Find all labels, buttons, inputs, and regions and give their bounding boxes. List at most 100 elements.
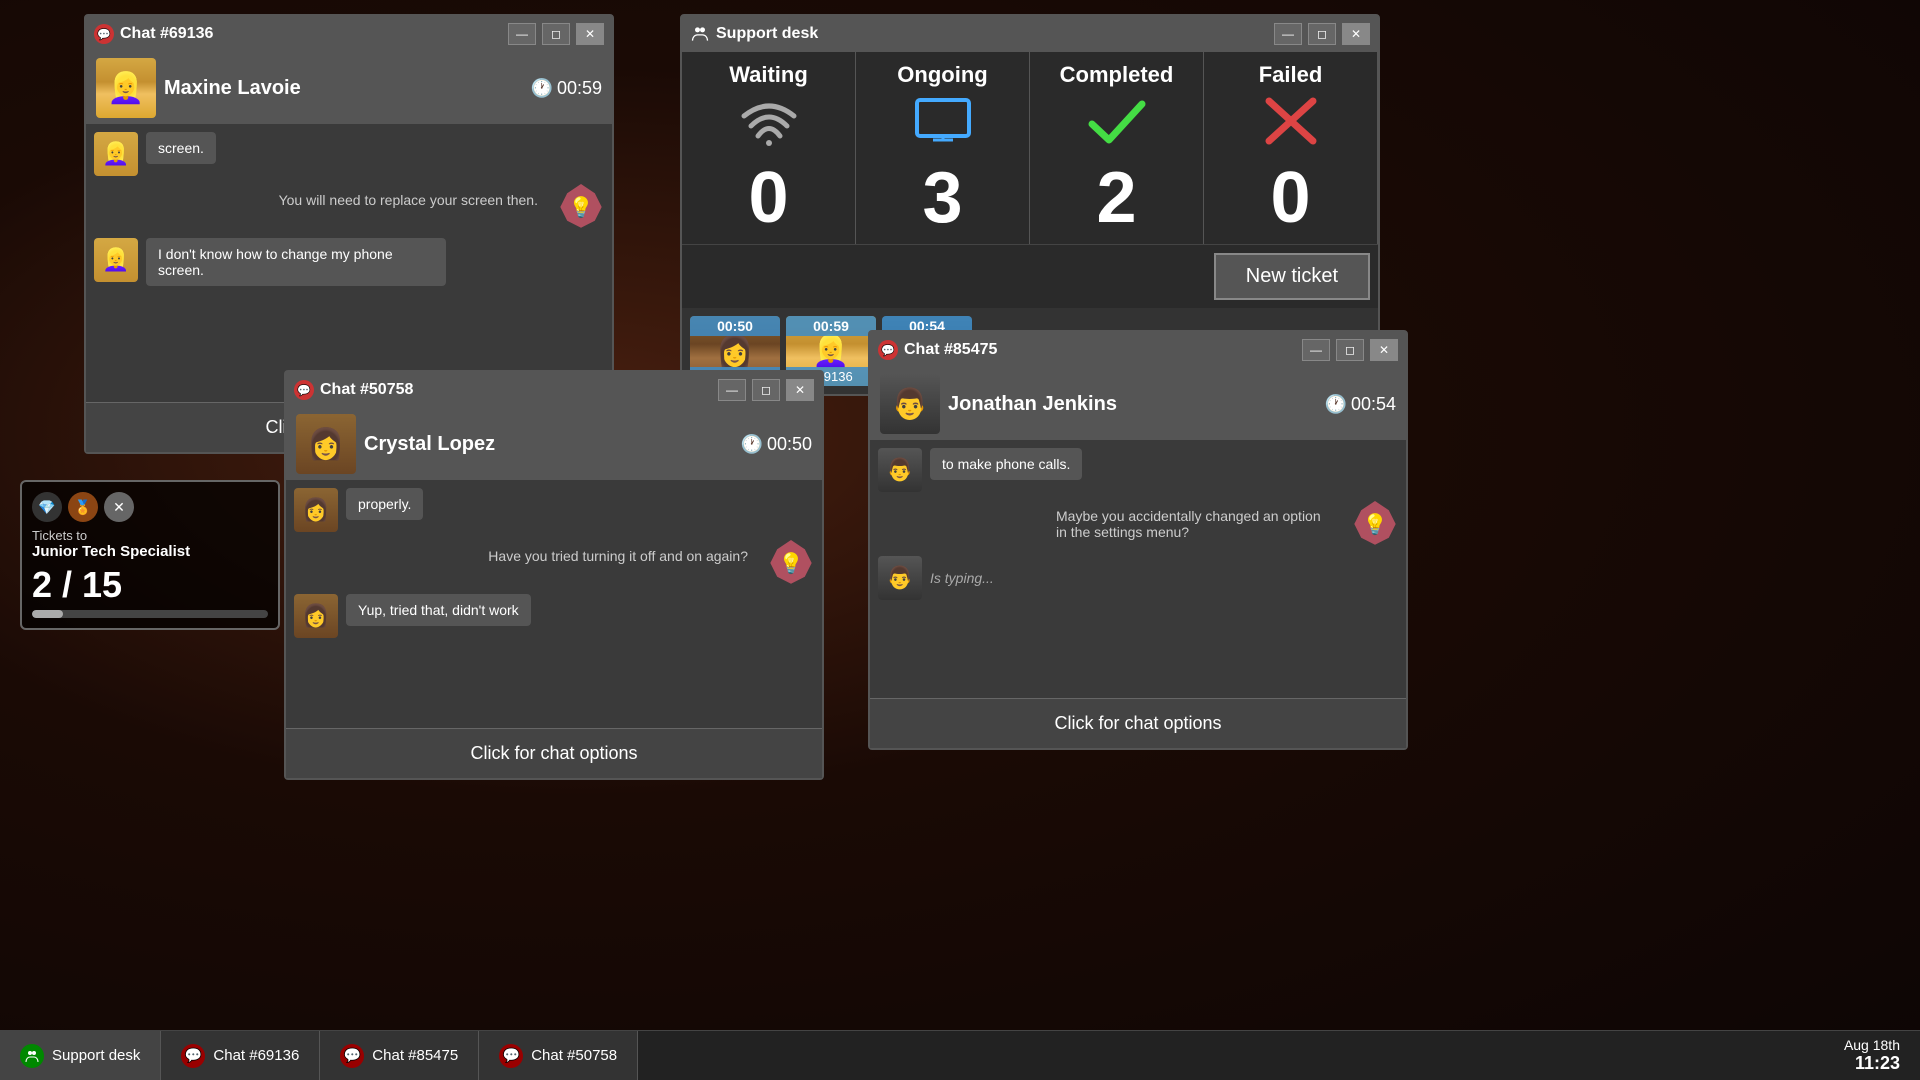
ticket-widget-icons: 💎 🏅 ✕ [32, 492, 268, 522]
taskbar-icon-chat-85475: 💬 [340, 1044, 364, 1068]
typing-indicator: Is typing... [930, 570, 994, 586]
stat-ongoing: Ongoing 3 [856, 52, 1030, 244]
message-row: You will need to replace your screen the… [94, 184, 604, 230]
chat-69136-timer: 🕐 00:59 [531, 78, 602, 99]
message-row: 👩 Yup, tried that, didn't work [294, 594, 814, 638]
chat-50758-titlebar: 💬 Chat #50758 — ◻ ✕ [286, 372, 822, 408]
agent-timer-50758: 00:50 [690, 316, 780, 336]
taskbar: Support desk 💬 Chat #69136 💬 Chat #85475… [0, 1030, 1920, 1080]
chat-69136-titlebar: 💬 Chat #69136 — ◻ ✕ [86, 16, 612, 52]
monitor-icon [913, 96, 973, 158]
completed-label: Completed [1060, 62, 1174, 88]
msg-avatar: 👱‍♀️ [94, 238, 138, 282]
stat-failed: Failed 0 [1204, 52, 1378, 244]
taskbar-icon-support [20, 1044, 44, 1068]
support-desk-title: Support desk [716, 25, 1268, 43]
msg-avatar: 👱‍♀️ [94, 132, 138, 176]
close-button[interactable]: ✕ [1342, 23, 1370, 45]
msg-avatar: 👨 [878, 556, 922, 600]
msg-avatar: 👩 [294, 594, 338, 638]
msg-bubble: screen. [146, 132, 216, 164]
lightbulb-icon: 💡 [558, 184, 604, 230]
message-row: 👨 Is typing... [878, 556, 1398, 600]
chat-85475-timer: 🕐 00:54 [1325, 394, 1396, 415]
chat-50758-minimize[interactable]: — [718, 379, 746, 401]
chat-69136-name: Maxine Lavoie [164, 77, 523, 100]
chat-50758-close[interactable]: ✕ [786, 379, 814, 401]
new-ticket-button[interactable]: New ticket [1214, 253, 1370, 300]
chat-50758-window: 💬 Chat #50758 — ◻ ✕ 👩 Crystal Lopez 🕐 00… [284, 370, 824, 780]
lightbulb-icon: 💡 [768, 540, 814, 586]
taskbar-icon-chat-50758: 💬 [499, 1044, 523, 1068]
chat-69136-restore[interactable]: ◻ [542, 23, 570, 45]
chat-85475-footer[interactable]: Click for chat options [870, 698, 1406, 748]
msg-bubble-agent: You will need to replace your screen the… [267, 184, 550, 216]
ongoing-value: 3 [922, 162, 962, 234]
message-row: Maybe you accidentally changed an option… [878, 500, 1398, 548]
msg-bubble: I don't know how to change my phone scre… [146, 238, 446, 286]
ongoing-label: Ongoing [897, 62, 987, 88]
lightbulb-icon: 💡 [1352, 501, 1398, 547]
msg-avatar: 👨 [878, 448, 922, 492]
taskbar-icon-chat-69136: 💬 [181, 1044, 205, 1068]
chat-50758-name: Crystal Lopez [364, 433, 733, 456]
stat-waiting: Waiting 0 [682, 52, 856, 244]
badge-button[interactable]: 🏅 [68, 492, 98, 522]
chat-50758-title: Chat #50758 [320, 381, 712, 399]
progress-bar [32, 610, 268, 618]
taskbar-chat-50758-label: Chat #50758 [531, 1047, 617, 1064]
chat-50758-timer: 🕐 00:50 [741, 434, 812, 455]
close-widget-button[interactable]: ✕ [104, 492, 134, 522]
clock-area: Aug 18th 11:23 [1824, 1037, 1920, 1074]
chat-50758-header: 👩 Crystal Lopez 🕐 00:50 [286, 408, 822, 480]
taskbar-chat-50758[interactable]: 💬 Chat #50758 [479, 1031, 638, 1080]
minimize-button[interactable]: — [1274, 23, 1302, 45]
failed-label: Failed [1259, 62, 1323, 88]
chat-69136-timer-value: 00:59 [557, 78, 602, 99]
chat-50758-footer[interactable]: Click for chat options [286, 728, 822, 778]
ticket-label: Tickets to [32, 528, 268, 543]
chat-85475-titlebar: 💬 Chat #85475 — ◻ ✕ [870, 332, 1406, 368]
msg-bubble-agent: Maybe you accidentally changed an option… [1044, 500, 1344, 548]
ticket-role: Junior Tech Specialist [32, 543, 268, 560]
chat-69136-minimize[interactable]: — [508, 23, 536, 45]
chat-85475-timer-value: 00:54 [1351, 394, 1396, 415]
restore-button[interactable]: ◻ [1308, 23, 1336, 45]
progress-fill [32, 610, 63, 618]
chat-69136-title: Chat #69136 [120, 25, 502, 43]
taskbar-chat-85475[interactable]: 💬 Chat #85475 [320, 1031, 479, 1080]
wifi-icon [739, 96, 799, 158]
chat-50758-restore[interactable]: ◻ [752, 379, 780, 401]
new-ticket-row: New ticket [682, 244, 1378, 308]
message-row: 👱‍♀️ I don't know how to change my phone… [94, 238, 604, 286]
chat-85475-minimize[interactable]: — [1302, 339, 1330, 361]
msg-bubble: Yup, tried that, didn't work [346, 594, 531, 626]
chat-85475-avatar: 👨 [880, 374, 940, 434]
chat-69136-messages: 👱‍♀️ screen. You will need to replace yo… [86, 124, 612, 402]
chat-69136-avatar: 👱‍♀️ [96, 58, 156, 118]
timer-icon: 🕐 [1325, 394, 1347, 415]
agent-timer-69136: 00:59 [786, 316, 876, 336]
chat-85475-restore[interactable]: ◻ [1336, 339, 1364, 361]
message-row: 👱‍♀️ screen. [94, 132, 604, 176]
xmark-icon [1261, 96, 1321, 158]
ticket-progress: 2 / 15 [32, 564, 268, 606]
chat-69136-close[interactable]: ✕ [576, 23, 604, 45]
chat-icon: 💬 [94, 24, 114, 44]
message-row: Have you tried turning it off and on aga… [294, 540, 814, 586]
chat-icon: 💬 [878, 340, 898, 360]
taskbar-chat-69136[interactable]: 💬 Chat #69136 [161, 1031, 320, 1080]
clock-date: Aug 18th [1844, 1037, 1900, 1053]
chat-85475-name: Jonathan Jenkins [948, 393, 1317, 416]
taskbar-support-desk[interactable]: Support desk [0, 1031, 161, 1080]
timer-icon: 🕐 [531, 78, 553, 99]
taskbar-chat-85475-label: Chat #85475 [372, 1047, 458, 1064]
support-desk-icon [690, 24, 710, 44]
taskbar-chat-69136-label: Chat #69136 [213, 1047, 299, 1064]
completed-value: 2 [1096, 162, 1136, 234]
message-row: 👩 properly. [294, 488, 814, 532]
msg-avatar: 👩 [294, 488, 338, 532]
msg-bubble-agent: Have you tried turning it off and on aga… [476, 540, 760, 572]
chat-85475-close[interactable]: ✕ [1370, 339, 1398, 361]
gem-button[interactable]: 💎 [32, 492, 62, 522]
